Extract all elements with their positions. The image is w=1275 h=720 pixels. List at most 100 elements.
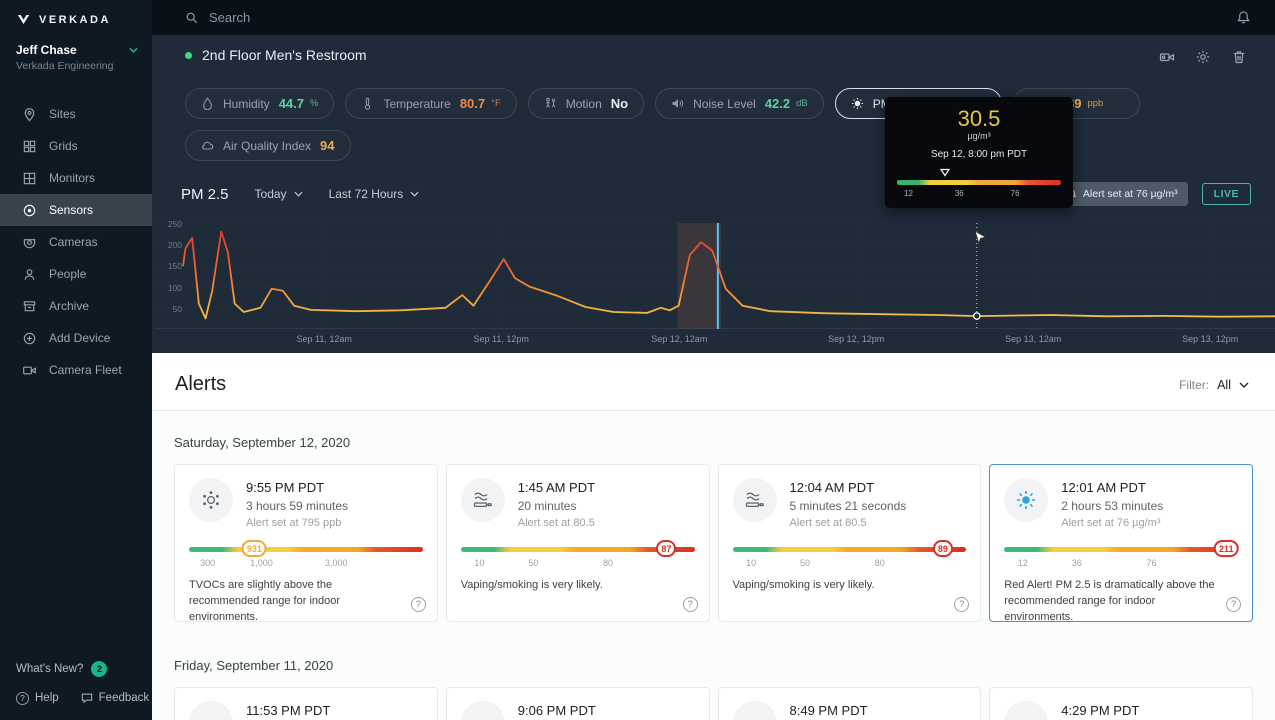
stat-pill-motion[interactable]: Motion No [527, 88, 645, 119]
motion-people-icon [544, 97, 557, 110]
speaker-icon [671, 97, 684, 110]
alert-time: 4:29 PM PDT [1061, 703, 1140, 718]
sidebar-item-cameras[interactable]: Cameras [0, 226, 152, 258]
verkada-logo-icon [16, 12, 31, 27]
alert-time: 9:55 PM PDT [246, 480, 325, 495]
sidebar-item-archive[interactable]: Archive [0, 290, 152, 322]
tooltip-scale-bar [897, 180, 1061, 186]
dome-camera-icon [22, 235, 37, 250]
notification-bell-icon[interactable] [1236, 10, 1251, 25]
sidebar-item-sensors[interactable]: Sensors [0, 194, 152, 226]
help-icon[interactable]: ? [682, 597, 698, 612]
help-icon[interactable]: ? [410, 597, 426, 612]
help-label: Help [35, 692, 59, 704]
alert-card-vape[interactable]: 12:04 AM PDT 5 minutes 21 seconds Alert … [717, 464, 982, 622]
gauge-scale-label: 50 [528, 558, 539, 568]
user-switcher[interactable]: Jeff Chase Verkada Engineering [0, 39, 152, 84]
monitor-grid-icon [22, 171, 37, 186]
device-title: 2nd Floor Men's Restroom [202, 47, 367, 63]
sidebar-item-people[interactable]: People [0, 258, 152, 290]
gauge-bar [1004, 547, 1238, 552]
stat-pill-noise[interactable]: Noise Level 42.2 dB [655, 88, 824, 119]
alert-threshold-pill[interactable]: Alert set at 76 µg/m³ [1056, 182, 1188, 206]
main-area: 2nd Floor Men's Restroom Humidity 44.7 %… [152, 0, 1275, 720]
gauge-scale-label: 12 [1017, 558, 1028, 568]
stat-pill-aqi[interactable]: Air Quality Index 94 [185, 130, 351, 161]
alert-gauge: 211 12 36 76 [1004, 540, 1239, 570]
whats-new-badge: 2 [91, 661, 108, 677]
sensor-panel: 2nd Floor Men's Restroom Humidity 44.7 %… [152, 35, 1275, 353]
stat-label: Humidity [223, 96, 270, 111]
chevron-down-icon [1239, 382, 1249, 388]
alert-card[interactable]: 9:06 PM PDT [445, 687, 710, 720]
period-dropdown[interactable]: Today [255, 187, 303, 201]
sensor-target-icon [22, 203, 37, 218]
gear-icon[interactable] [1195, 49, 1211, 65]
gauge-scale-label: 10 [746, 558, 757, 568]
camera-attach-icon[interactable] [1159, 49, 1175, 65]
stat-pill-temperature[interactable]: Temperature 80.7 °F [345, 88, 517, 119]
tooltip-unit: µg/m³ [967, 131, 991, 142]
stat-unit: ppb [1087, 98, 1104, 109]
alert-threshold-text: Alert set at 795 ppb [246, 517, 342, 529]
alert-card[interactable]: 4:29 PM PDT [989, 687, 1253, 720]
live-button[interactable]: LIVE [1201, 183, 1251, 205]
whats-new-label: What's New? [16, 663, 84, 675]
sidebar-item-sites[interactable]: Sites [0, 98, 152, 130]
feedback-button[interactable]: Feedback [81, 692, 149, 704]
help-button[interactable]: ? Help [16, 691, 59, 705]
alerts-panel: Alerts Filter: All Saturday, September 1… [152, 353, 1275, 720]
whats-new-button[interactable]: What's New? 2 [0, 654, 152, 684]
stat-value: 42.2 [764, 96, 791, 111]
gauge-scale-label: 76 [1146, 558, 1157, 568]
stat-pill-humidity[interactable]: Humidity 44.7 % [185, 88, 335, 119]
alert-card-tvoc[interactable]: 9:55 PM PDT 3 hours 59 minutes Alert set… [174, 464, 438, 623]
pm25-chart[interactable] [154, 223, 1275, 329]
verkada-logo[interactable]: VERKADA [0, 0, 152, 39]
help-icon[interactable]: ? [954, 597, 970, 612]
tooltip-timestamp: Sep 12, 8:00 pm PDT [930, 149, 1028, 161]
sidebar-item-grids[interactable]: Grids [0, 130, 152, 162]
sidebar-item-add-device[interactable]: Add Device [0, 322, 152, 354]
alert-description: TVOCs are slightly above the recommended… [189, 579, 341, 623]
range-dropdown[interactable]: Last 72 Hours [329, 187, 420, 201]
pm25-sun-icon [851, 97, 864, 110]
chevron-down-icon [294, 191, 303, 197]
help-icon[interactable]: ? [1226, 597, 1241, 612]
alert-card[interactable]: 11:53 PM PDT [174, 687, 438, 720]
search-input[interactable] [209, 10, 1226, 25]
alert-card-vape[interactable]: 1:45 AM PDT 20 minutes Alert set at 80.5… [445, 464, 710, 622]
cloud-icon [201, 139, 214, 152]
grid-icon [22, 139, 37, 154]
gauge-scale-label: 80 [602, 558, 614, 568]
stat-label: Air Quality Index [223, 138, 312, 153]
sidebar-item-camera-fleet[interactable]: Camera Fleet [0, 354, 152, 386]
trash-icon[interactable] [1231, 49, 1247, 65]
alert-gauge: 89 10 50 80 [732, 540, 967, 570]
gauge-scale-label: 36 [1071, 558, 1082, 568]
alerts-filter-dropdown[interactable]: Filter: All [1179, 378, 1249, 392]
x-tick-label: Sep 11, 12am [296, 334, 352, 344]
gauge-bar [732, 547, 967, 552]
mouse-cursor [974, 230, 988, 252]
gauge-marker: 89 [932, 540, 953, 557]
alert-card-pm25-selected[interactable]: 12:01 AM PDT 2 hours 53 minutes Alert se… [989, 464, 1253, 623]
gauge-marker: 211 [1214, 540, 1239, 557]
x-tick-label: Sep 13, 12pm [1182, 334, 1239, 344]
stat-value: 94 [320, 138, 335, 153]
tooltip-scale-label: 76 [1010, 189, 1020, 199]
tooltip-scale-label: 36 [954, 189, 964, 199]
alert-time: 12:01 AM PDT [1061, 480, 1146, 495]
gauge-scale-label: 300 [200, 558, 216, 568]
alert-type-icon [460, 701, 505, 720]
stat-unit: °F [491, 98, 501, 109]
user-name: Jeff Chase [16, 43, 77, 57]
sidebar-item-label: Grids [49, 139, 78, 153]
top-search-bar [152, 0, 1275, 35]
x-tick-label: Sep 11, 12pm [473, 334, 529, 344]
alert-card[interactable]: 8:49 PM PDT [717, 687, 982, 720]
archive-box-icon [22, 299, 37, 314]
humidity-droplet-icon [201, 97, 214, 110]
sidebar-item-monitors[interactable]: Monitors [0, 162, 152, 194]
alert-gauge: 87 10 50 80 [460, 540, 695, 570]
